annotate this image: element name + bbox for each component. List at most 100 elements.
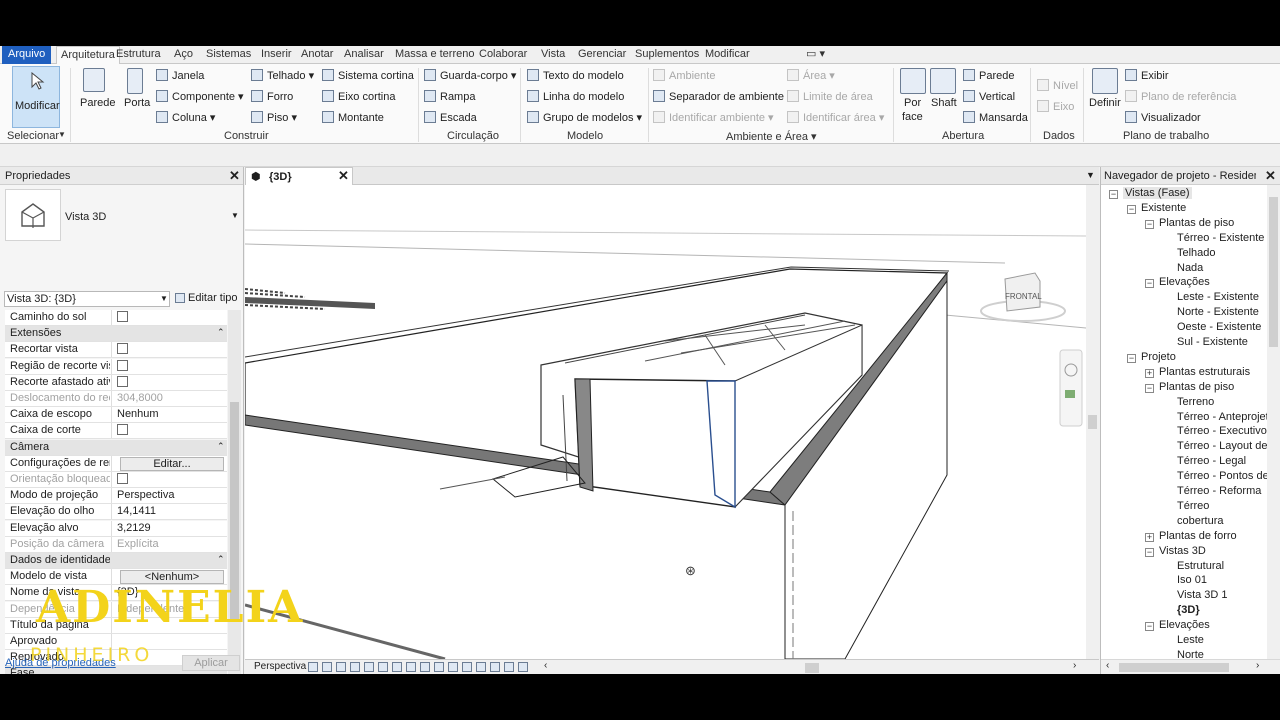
wall-icon[interactable] — [83, 68, 105, 92]
collapse-icon[interactable]: ⌃ — [217, 554, 225, 565]
browser-tree-item[interactable]: Plantas de piso — [1159, 217, 1234, 229]
highlight-displacement-icon[interactable] — [504, 662, 514, 672]
tab-gerenciar[interactable]: Gerenciar — [578, 46, 626, 64]
browser-tree-item[interactable]: Vistas (Fase) — [1123, 187, 1192, 199]
browser-tree-item[interactable]: Plantas estruturais — [1159, 366, 1250, 378]
tab-3d-view[interactable]: ⬢ {3D} ✕ — [245, 167, 353, 185]
property-value[interactable]: 304,8000 — [111, 391, 227, 406]
tab-sistemas[interactable]: Sistemas — [206, 46, 251, 64]
expand-icon[interactable]: + — [1145, 368, 1154, 378]
dormer-button[interactable]: Mansarda — [963, 111, 1028, 124]
tab-vista[interactable]: Vista — [541, 46, 565, 64]
tab-list-icon[interactable]: ▼ — [1086, 170, 1095, 180]
wall-opening-button[interactable]: Parede — [963, 69, 1014, 82]
tag-area-button[interactable]: Identificar área ▾ — [787, 111, 884, 124]
browser-tree-item[interactable]: Oeste - Existente — [1177, 321, 1261, 333]
tab-a-o[interactable]: Aço — [174, 46, 193, 64]
collapse-icon[interactable]: − — [1145, 547, 1154, 557]
browser-tree-item[interactable]: Nada — [1177, 262, 1203, 274]
property-value[interactable] — [111, 423, 227, 439]
scroll-left-icon[interactable]: ‹ — [544, 660, 547, 671]
view-canvas[interactable]: FRONTAL ⊛ — [245, 185, 1086, 659]
close-icon[interactable]: ✕ — [338, 168, 349, 184]
shaft-button[interactable]: Shaft — [931, 97, 957, 109]
modify-button[interactable]: Modificar — [12, 66, 60, 128]
curtain-grid-button[interactable]: Eixo cortina — [322, 90, 395, 103]
tab-arquitetura[interactable]: Arquitetura — [56, 46, 120, 65]
checkbox[interactable] — [117, 375, 128, 387]
tab-massa-e-terreno[interactable]: Massa e terreno — [395, 46, 474, 64]
tab-suplementos[interactable]: Suplementos — [635, 46, 699, 64]
select-dropdown[interactable]: Selecionar — [7, 130, 59, 142]
property-row[interactable]: Orientação bloqueada — [5, 472, 227, 488]
browser-tree-item[interactable]: Térreo - Legal — [1177, 455, 1246, 467]
ceiling-button[interactable]: Forro — [251, 90, 293, 103]
chevron-down-icon[interactable]: ▼ — [231, 211, 239, 220]
set-workplane-icon[interactable] — [1092, 68, 1118, 94]
ref-plane-button[interactable]: Plano de referência — [1125, 90, 1236, 103]
collapse-icon[interactable]: − — [1145, 219, 1154, 229]
window-button[interactable]: Janela — [156, 69, 204, 82]
ramp-button[interactable]: Rampa — [424, 90, 475, 103]
canvas-vertical-scrollbar[interactable] — [1086, 185, 1099, 659]
browser-tree-item[interactable]: Térreo - Anteprojeto — [1177, 411, 1275, 423]
property-value[interactable]: 3,2129 — [111, 520, 227, 536]
browser-tree-item[interactable]: Estrutural — [1177, 560, 1224, 572]
browser-horizontal-scrollbar[interactable]: ‹ › — [1101, 659, 1280, 674]
property-value[interactable]: Editar... — [111, 455, 227, 471]
shadows-icon[interactable] — [364, 662, 374, 672]
temporary-hide-icon[interactable] — [434, 662, 444, 672]
browser-tree-item[interactable]: Térreo - Existente — [1177, 232, 1264, 244]
ribbon-toggle-icon[interactable]: ▭ ▾ — [806, 46, 825, 64]
crop-icon[interactable] — [392, 662, 402, 672]
expand-icon[interactable]: + — [1145, 532, 1154, 542]
property-row[interactable]: Elevação do olho 14,1411 — [5, 504, 227, 521]
property-row[interactable]: Posição da câmera Explícita — [5, 536, 227, 553]
analytical-model-icon[interactable] — [490, 662, 500, 672]
render-icon[interactable] — [378, 662, 388, 672]
curtain-system-button[interactable]: Sistema cortina — [322, 69, 414, 82]
worksharing-icon[interactable] — [462, 662, 472, 672]
model-line-button[interactable]: Linha do modelo — [527, 90, 624, 103]
edit-type-button[interactable]: Editar tipo — [175, 292, 238, 304]
tab-estrutura[interactable]: Estrutura — [116, 46, 161, 64]
design-options-icon[interactable] — [476, 662, 486, 672]
browser-tree-item[interactable]: Norte - Existente — [1177, 306, 1259, 318]
property-value[interactable] — [111, 472, 227, 487]
browser-tree-item[interactable]: Iso 01 — [1177, 574, 1207, 586]
visual-style-icon[interactable] — [336, 662, 346, 672]
browser-tree-item[interactable]: Sul - Existente — [1177, 336, 1248, 348]
detail-level-icon[interactable] — [322, 662, 332, 672]
floor-button[interactable]: Piso ▾ — [251, 111, 297, 124]
lock-3d-icon[interactable] — [420, 662, 430, 672]
component-button[interactable]: Componente ▾ — [156, 90, 244, 103]
room-area-panel-dropdown[interactable]: Ambiente e Área ▾ — [726, 130, 817, 143]
browser-tree-item[interactable]: Leste - Existente — [1177, 291, 1259, 303]
show-crop-icon[interactable] — [406, 662, 416, 672]
property-row[interactable]: Recorte afastado ativo — [5, 374, 227, 391]
room-button[interactable]: Ambiente — [653, 69, 715, 82]
projection-mode[interactable]: Perspectiva — [254, 661, 306, 672]
scale-icon[interactable] — [308, 662, 318, 672]
browser-tree-item[interactable]: Elevações — [1159, 619, 1210, 631]
area-boundary-button[interactable]: Limite de área — [787, 90, 873, 103]
shaft-icon[interactable] — [930, 68, 956, 94]
model-group-button[interactable]: Grupo de modelos ▾ — [527, 111, 642, 124]
room-separator-button[interactable]: Separador de ambiente — [653, 90, 784, 103]
property-row[interactable]: Caixa de corte — [5, 423, 227, 440]
mullion-button[interactable]: Montante — [322, 111, 384, 124]
close-icon[interactable]: ✕ — [229, 168, 240, 184]
constraints-icon[interactable] — [518, 662, 528, 672]
collapse-icon[interactable]: − — [1127, 353, 1136, 363]
tab-modificar[interactable]: Modificar — [705, 46, 750, 64]
browser-tree-item[interactable]: Leste — [1177, 634, 1204, 646]
vertical-opening-button[interactable]: Vertical — [963, 90, 1015, 103]
instance-selector[interactable]: Vista 3D: {3D} ▼ — [4, 291, 170, 307]
show-button[interactable]: Exibir — [1125, 69, 1169, 82]
browser-tree-item[interactable]: Térreo - Executivo — [1177, 425, 1267, 437]
property-value[interactable] — [111, 358, 227, 374]
browser-tree-item[interactable]: Telhado — [1177, 247, 1216, 259]
property-row[interactable]: Caminho do sol — [5, 310, 227, 326]
viewcube-label[interactable]: FRONTAL — [1005, 292, 1042, 301]
sun-path-icon[interactable] — [350, 662, 360, 672]
